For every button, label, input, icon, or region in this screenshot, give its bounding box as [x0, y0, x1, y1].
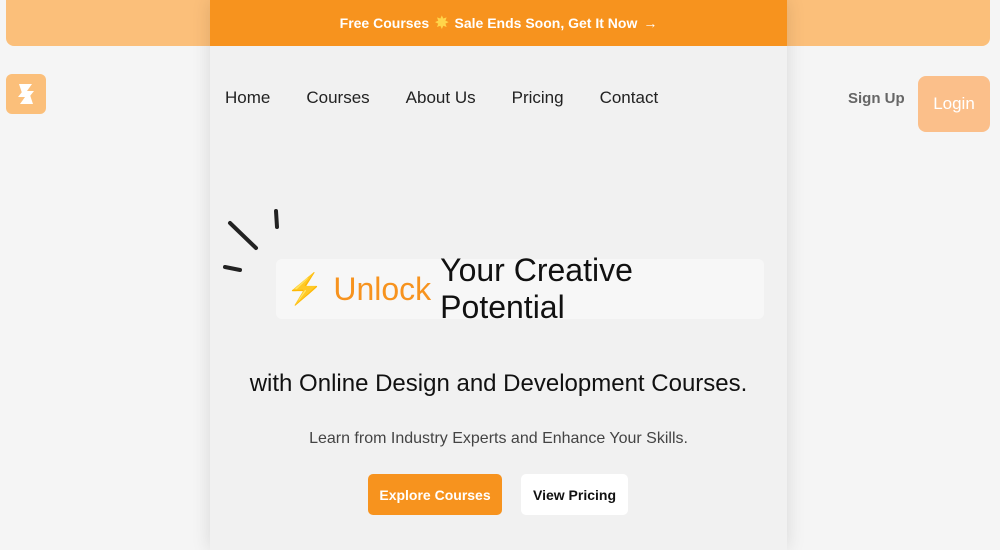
nav-pricing[interactable]: Pricing: [512, 88, 564, 108]
hero-subhead: with Online Design and Development Cours…: [249, 370, 748, 397]
main-nav: Home Courses About Us Pricing Contact: [225, 88, 658, 108]
logo-icon: [18, 84, 34, 104]
login-button[interactable]: Login: [918, 76, 990, 132]
sparkle-icon: ✸: [435, 15, 449, 32]
explore-courses-button[interactable]: Explore Courses: [368, 474, 502, 515]
signup-link[interactable]: Sign Up: [848, 90, 905, 107]
nav-courses[interactable]: Courses: [306, 88, 369, 108]
nav-home[interactable]: Home: [225, 88, 270, 108]
arrow-right-icon: →: [643, 15, 658, 31]
banner-left-text: Free Courses: [339, 15, 430, 31]
hero-lead: Learn from Industry Experts and Enhance …: [309, 430, 688, 447]
lightning-icon: ⚡: [286, 272, 324, 306]
promo-banner[interactable]: Free Courses ✸ Sale Ends Soon, Get It No…: [210, 0, 787, 46]
site-logo[interactable]: [6, 74, 46, 114]
view-pricing-button[interactable]: View Pricing: [521, 474, 628, 515]
nav-contact[interactable]: Contact: [600, 88, 659, 108]
nav-about-us[interactable]: About Us: [406, 88, 476, 108]
headline-accent-word: Unlock: [333, 270, 432, 307]
hero-headline: ⚡ Unlock Your Creative Potential: [276, 252, 764, 325]
headline-rest: Your Creative Potential: [440, 252, 633, 325]
banner-right-text: Sale Ends Soon, Get It Now: [454, 15, 638, 31]
